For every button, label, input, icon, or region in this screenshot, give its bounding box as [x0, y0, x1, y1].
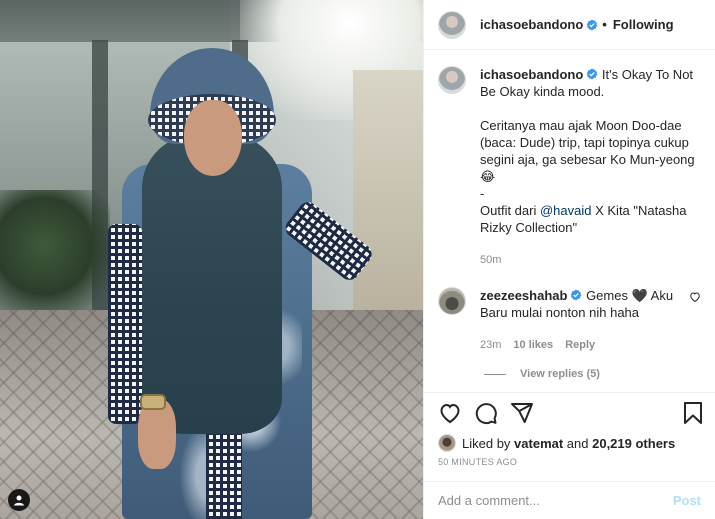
caption-mention-link[interactable]: @havaid: [540, 203, 592, 218]
person-watch: [140, 394, 166, 410]
comment-body: zeezeeshahab Gemes 🖤 Aku Baru mulai nont…: [480, 287, 681, 354]
user-tag-icon[interactable]: [8, 489, 30, 511]
caption-row: ichasoebandono It's Okay To Not Be Okay …: [438, 66, 701, 269]
small-heart-icon[interactable]: [689, 291, 701, 303]
instagram-post: ichasoebandono • Following ichasoebandon…: [0, 0, 715, 519]
caption-author-avatar[interactable]: [438, 66, 466, 94]
photo-plants: [0, 190, 110, 330]
comment-time[interactable]: 23m: [480, 337, 501, 354]
caption-dash: -: [480, 186, 485, 201]
comment-text-prefix: Gemes: [586, 288, 632, 303]
verified-badge-icon: [586, 68, 598, 80]
comment-row: zeezeeshahab Gemes 🖤 Aku Baru mulai nont…: [438, 287, 701, 354]
verified-badge-icon: [586, 19, 598, 30]
caption-body: ichasoebandono It's Okay To Not Be Okay …: [480, 66, 701, 269]
likes-middle: and: [563, 435, 593, 451]
share-icon[interactable]: [510, 401, 534, 425]
caption-emoji: 😂: [480, 169, 496, 184]
comment-likes-count[interactable]: 10 likes: [513, 337, 553, 354]
caption-meta: 50m: [480, 252, 701, 269]
likes-others-link[interactable]: 20,219 others: [592, 436, 675, 451]
action-bar: [424, 392, 715, 432]
verified-badge-icon: [571, 289, 582, 301]
liker-avatar[interactable]: [438, 434, 456, 452]
comment-heart-emoji: 🖤: [631, 288, 648, 303]
caption-username[interactable]: ichasoebandono: [480, 67, 583, 82]
add-comment-input[interactable]: [438, 493, 673, 508]
comment-icon[interactable]: [474, 401, 498, 425]
photo-person: [108, 44, 388, 519]
post-header: ichasoebandono • Following: [424, 0, 715, 50]
caption-line-2: Ceritanya mau ajak Moon Doo-dae (baca: D…: [480, 118, 695, 167]
comments-section: ichasoebandono It's Okay To Not Be Okay …: [424, 50, 715, 392]
commenter-username[interactable]: zeezeeshahab: [480, 288, 567, 303]
post-photo[interactable]: [0, 0, 423, 519]
likes-text: Liked by vatemat and 20,219 others: [462, 436, 675, 451]
person-hijab: [142, 134, 282, 434]
view-replies-line: [484, 373, 506, 375]
person-face: [184, 100, 242, 176]
post-timestamp[interactable]: 50 MINUTES AGO: [424, 457, 715, 477]
post-comment-button[interactable]: Post: [673, 493, 701, 508]
bookmark-icon[interactable]: [681, 401, 705, 425]
following-button[interactable]: Following: [613, 17, 674, 32]
person-left-sleeve: [108, 224, 142, 424]
add-comment-bar: Post: [424, 481, 715, 519]
author-username[interactable]: ichasoebandono: [480, 17, 583, 32]
post-side-panel: ichasoebandono • Following ichasoebandon…: [423, 0, 715, 519]
view-replies-label: View replies (5): [520, 368, 600, 380]
commenter-avatar[interactable]: [438, 287, 466, 315]
header-dot-separator: •: [602, 17, 607, 32]
caption-line-3-prefix: Outfit dari: [480, 203, 540, 218]
liker-username[interactable]: vatemat: [514, 436, 563, 451]
likes-prefix: Liked by: [462, 435, 515, 451]
comment-meta: 23m 10 likes Reply: [480, 337, 681, 354]
heart-icon[interactable]: [438, 401, 462, 425]
likes-summary: Liked by vatemat and 20,219 others: [424, 432, 715, 454]
author-avatar[interactable]: [438, 10, 466, 39]
caption-time[interactable]: 50m: [480, 252, 501, 269]
reply-button[interactable]: Reply: [565, 337, 595, 354]
view-replies-button[interactable]: View replies (5): [484, 368, 701, 380]
